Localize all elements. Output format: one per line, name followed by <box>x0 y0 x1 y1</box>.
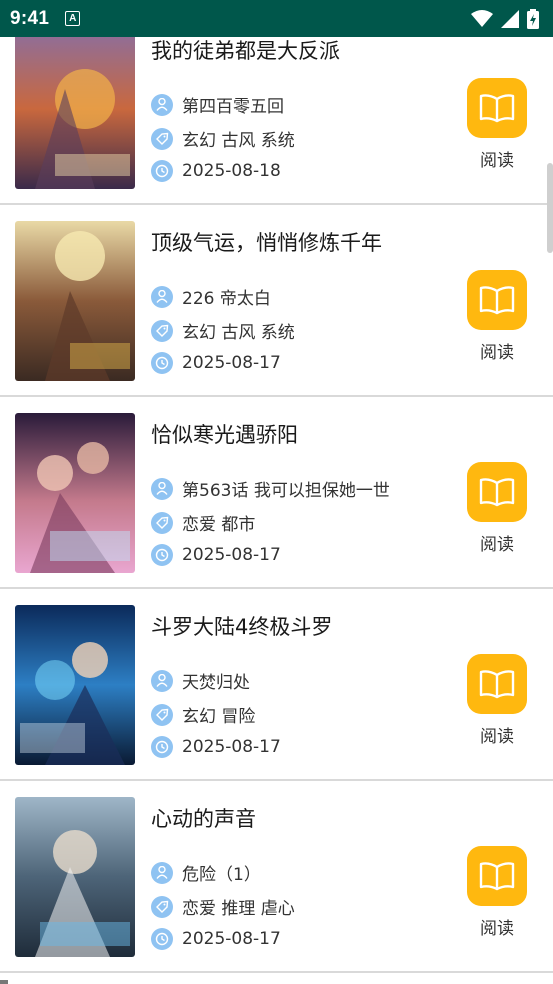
status-icons <box>471 8 539 29</box>
person-icon <box>151 285 173 308</box>
date-row: 2025-08-17 <box>151 352 281 374</box>
chapter-row: 第563话 我可以担保她一世 <box>151 476 390 501</box>
read-button[interactable] <box>467 270 527 330</box>
read-label[interactable]: 阅读 <box>467 914 527 939</box>
date-text: 2025-08-17 <box>182 545 281 565</box>
read-button[interactable] <box>467 462 527 522</box>
read-label[interactable]: 阅读 <box>467 530 527 555</box>
cover-image[interactable] <box>15 605 135 765</box>
scrollbar[interactable] <box>547 163 553 253</box>
tags-text: 恋爱 推理 虐心 <box>182 899 295 919</box>
book-icon <box>479 670 515 699</box>
tag-icon <box>151 895 173 918</box>
comic-title[interactable]: 恰似寒光遇骄阳 <box>151 419 298 449</box>
clock-icon <box>151 352 173 374</box>
battery-icon <box>527 8 539 29</box>
date-row: 2025-08-17 <box>151 544 281 566</box>
tags-row: 恋爱 推理 虐心 <box>151 894 295 919</box>
comic-title[interactable]: 心动的声音 <box>151 803 256 833</box>
accessibility-icon: A <box>65 11 81 26</box>
person-icon <box>151 477 173 500</box>
chapter-text: 第四百零五回 <box>182 97 284 117</box>
cover-image[interactable] <box>15 413 135 573</box>
tags-row: 玄幻 古风 系统 <box>151 126 295 151</box>
read-button[interactable] <box>467 78 527 138</box>
clock-icon <box>151 160 173 182</box>
tags-text: 恋爱 都市 <box>182 515 256 535</box>
tag-icon <box>151 511 173 534</box>
list-item[interactable]: 心动的声音 危险（1） 恋爱 推理 虐心 2025-08-17 阅读 <box>0 781 553 973</box>
clock-icon <box>151 928 173 950</box>
date-row: 2025-08-18 <box>151 160 281 182</box>
book-icon <box>479 478 515 507</box>
wifi-icon <box>471 9 493 27</box>
tag-icon <box>151 127 173 150</box>
person-icon <box>151 861 173 884</box>
cover-image[interactable] <box>15 797 135 957</box>
tags-text: 玄幻 冒险 <box>182 707 256 727</box>
tags-row: 恋爱 都市 <box>151 510 255 535</box>
tag-icon <box>151 319 173 342</box>
date-text: 2025-08-17 <box>182 353 281 373</box>
read-label[interactable]: 阅读 <box>467 146 527 171</box>
book-icon <box>479 94 515 123</box>
chapter-row: 226 帝太白 <box>151 284 271 309</box>
comic-list[interactable]: 我的徒弟都是大反派 第四百零五回 玄幻 古风 系统 2025-08-18 阅读 … <box>0 37 553 984</box>
book-icon <box>479 862 515 891</box>
chapter-text: 226 帝太白 <box>182 289 271 309</box>
chapter-text: 天焚归处 <box>182 673 250 693</box>
date-text: 2025-08-18 <box>182 161 281 181</box>
date-row: 2025-08-17 <box>151 736 281 758</box>
tags-text: 玄幻 古风 系统 <box>182 131 295 151</box>
chapter-text: 第563话 我可以担保她一世 <box>182 481 390 501</box>
tags-row: 玄幻 古风 系统 <box>151 318 295 343</box>
chapter-text: 危险（1） <box>182 865 261 885</box>
read-button[interactable] <box>467 846 527 906</box>
read-button[interactable] <box>467 654 527 714</box>
cover-image[interactable] <box>15 221 135 381</box>
tag-icon <box>151 703 173 726</box>
cover-image[interactable] <box>15 37 135 189</box>
list-item[interactable]: 我的徒弟都是大反派 第四百零五回 玄幻 古风 系统 2025-08-18 阅读 <box>0 37 553 205</box>
date-row: 2025-08-17 <box>151 928 281 950</box>
book-icon <box>479 286 515 315</box>
comic-title[interactable]: 斗罗大陆4终极斗罗 <box>151 611 332 641</box>
list-item[interactable]: 顶级气运，悄悄修炼千年 226 帝太白 玄幻 古风 系统 2025-08-17 … <box>0 205 553 397</box>
chapter-row: 危险（1） <box>151 860 261 885</box>
comic-title[interactable]: 顶级气运，悄悄修炼千年 <box>151 227 382 257</box>
tags-row: 玄幻 冒险 <box>151 702 255 727</box>
edge-marker <box>0 980 8 984</box>
signal-icon <box>501 9 519 28</box>
date-text: 2025-08-17 <box>182 737 281 757</box>
tags-text: 玄幻 古风 系统 <box>182 323 295 343</box>
clock-icon <box>151 736 173 758</box>
status-bar: 9:41 A <box>0 0 553 37</box>
clock-icon <box>151 544 173 566</box>
list-item[interactable]: 斗罗大陆4终极斗罗 天焚归处 玄幻 冒险 2025-08-17 阅读 <box>0 589 553 781</box>
chapter-row: 天焚归处 <box>151 668 250 693</box>
read-label[interactable]: 阅读 <box>467 338 527 363</box>
date-text: 2025-08-17 <box>182 929 281 949</box>
status-time: 9:41 <box>10 7 50 29</box>
chapter-row: 第四百零五回 <box>151 92 284 117</box>
list-item[interactable]: 恰似寒光遇骄阳 第563话 我可以担保她一世 恋爱 都市 2025-08-17 … <box>0 397 553 589</box>
person-icon <box>151 93 173 116</box>
read-label[interactable]: 阅读 <box>467 722 527 747</box>
comic-title[interactable]: 我的徒弟都是大反派 <box>151 37 340 65</box>
person-icon <box>151 669 173 692</box>
